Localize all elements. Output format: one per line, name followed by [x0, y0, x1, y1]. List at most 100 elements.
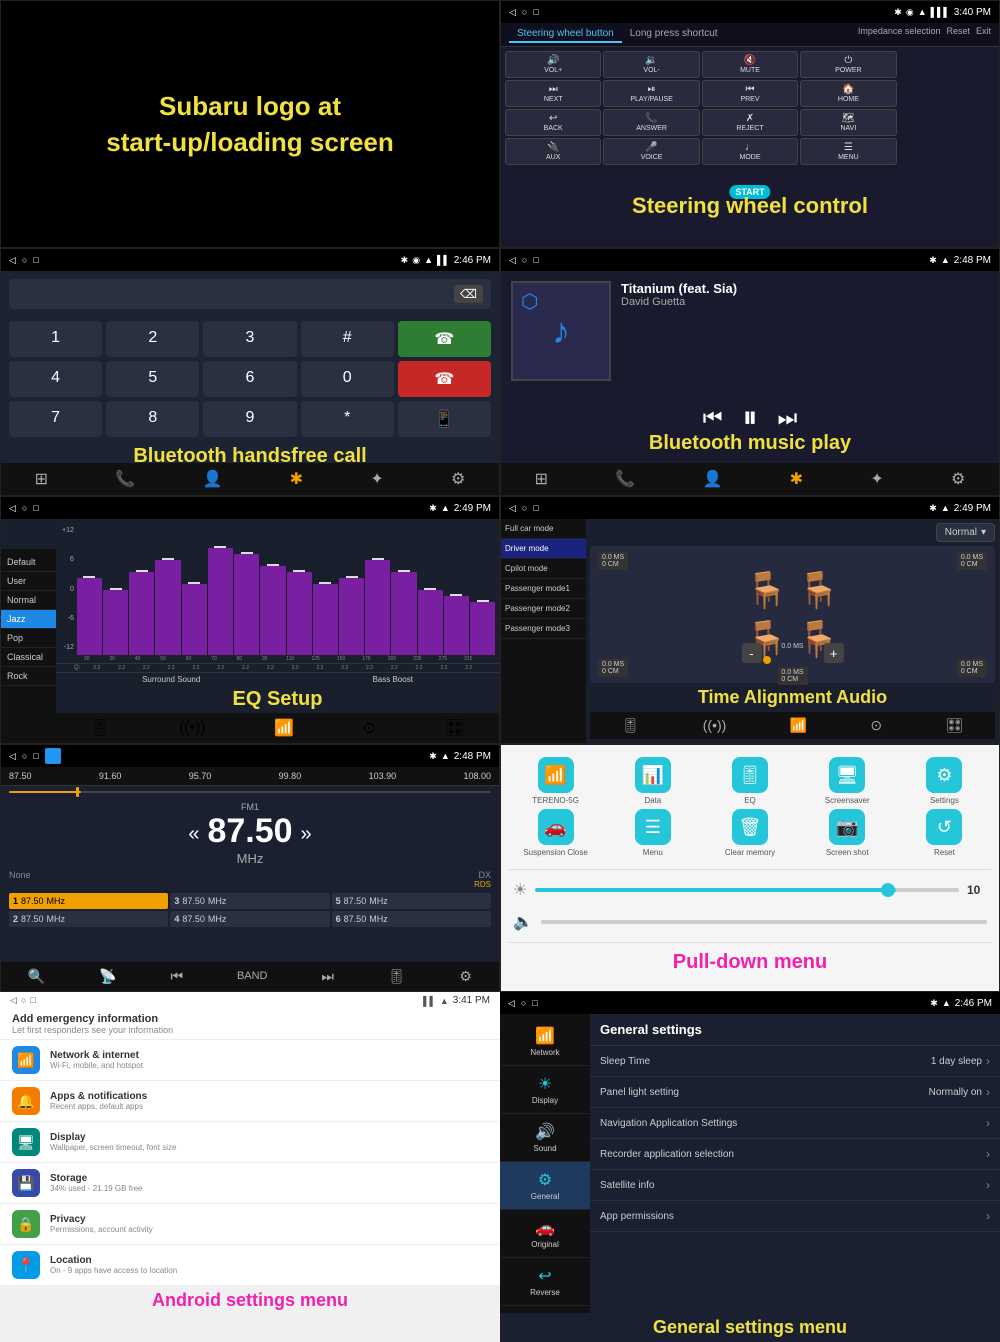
pd-eq[interactable]: 🎚 EQ — [703, 757, 796, 805]
radio-seek-bar[interactable] — [9, 786, 491, 798]
eq-bb4[interactable]: ⊙ — [363, 718, 376, 738]
back-icon[interactable]: ◁ — [509, 7, 516, 18]
back-icon2[interactable]: ◁ — [9, 255, 16, 266]
preset-6[interactable]: 687.50MHz — [332, 911, 491, 927]
gen-item-display[interactable]: ☀ Display — [500, 1066, 590, 1114]
mode-fullcar[interactable]: Full car mode — [501, 519, 586, 539]
settings-privacy[interactable]: 🔒 Privacy Permissions, account activity — [0, 1204, 500, 1245]
gen-home[interactable]: ○ — [521, 998, 526, 1008]
backspace-btn[interactable]: ⌫ — [454, 285, 483, 303]
brightness-slider[interactable] — [535, 888, 959, 892]
navi-btn[interactable]: 🗺NAVI — [800, 109, 896, 136]
preset-2[interactable]: 287.50MHz — [9, 911, 168, 927]
mode-passenger1[interactable]: Passenger mode1 — [501, 579, 586, 599]
reject-btn[interactable]: ✗REJECT — [702, 109, 798, 136]
recent-icon[interactable]: □ — [533, 7, 538, 17]
dial-6[interactable]: 6 — [203, 361, 296, 397]
preset-3[interactable]: 387.50MHz — [170, 893, 329, 909]
settings-location[interactable]: 📍 Location On - 9 apps have access to lo… — [0, 1245, 500, 1286]
pd-suspension[interactable]: 🚗 Suspension Close — [509, 809, 602, 857]
mode-cpilot[interactable]: Cpilot mode — [501, 559, 586, 579]
next-btn[interactable]: ⏭NEXT — [505, 80, 601, 107]
pd-reset[interactable]: ↺ Reset — [898, 809, 991, 857]
bt-music-bb-bt[interactable]: ✱ — [790, 469, 803, 489]
gen-row-recorder[interactable]: Recorder application selection › — [590, 1139, 1000, 1170]
settings-apps[interactable]: 🔔 Apps & notifications Recent apps, defa… — [0, 1081, 500, 1122]
bb-contacts-icon[interactable]: 👤 — [202, 469, 222, 489]
prev-track-btn[interactable]: ⏮ — [703, 405, 723, 431]
align-home[interactable]: ○ — [522, 503, 527, 513]
prev-btn[interactable]: ⏮PREV — [702, 80, 798, 107]
align-bb3[interactable]: 📶 — [790, 717, 807, 734]
tab-long-press[interactable]: Long press shortcut — [622, 26, 726, 43]
dial-2[interactable]: 2 — [106, 321, 199, 357]
eq-bb3[interactable]: 📶 — [274, 718, 294, 738]
preset-4[interactable]: 487.50MHz — [170, 911, 329, 927]
vol-minus-btn[interactable]: 🔉VOL- — [603, 51, 699, 78]
preset-jazz[interactable]: Jazz — [1, 610, 56, 629]
gen-recent[interactable]: □ — [532, 998, 537, 1008]
radio-settings-icon[interactable]: ⚙ — [459, 968, 472, 985]
gen-row-panel[interactable]: Panel light setting Normally on › — [590, 1077, 1000, 1108]
dial-end[interactable]: ☎ — [398, 361, 491, 397]
gen-item-reverse[interactable]: ↩ Reverse — [500, 1258, 590, 1306]
dial-4[interactable]: 4 — [9, 361, 102, 397]
pd-screensaver[interactable]: 🖥 Screensaver — [801, 757, 894, 805]
settings-display[interactable]: 🖥 Display Wallpaper, screen timeout, fon… — [0, 1122, 500, 1163]
impedance-link[interactable]: Impedance selection — [858, 26, 941, 43]
bb-bt2-icon[interactable]: ✦ — [370, 469, 383, 489]
preset-user[interactable]: User — [1, 572, 56, 591]
gen-row-nav[interactable]: Navigation Application Settings › — [590, 1108, 1000, 1139]
back-ctrl-btn[interactable]: ↩BACK — [505, 109, 601, 136]
dial-call[interactable]: ☎ — [398, 321, 491, 357]
exit-link[interactable]: Exit — [976, 26, 991, 43]
bt-music-home[interactable]: ○ — [522, 255, 527, 265]
pd-screenshot[interactable]: 📷 Screen shot — [801, 809, 894, 857]
eq-bb5[interactable]: 🎛 — [444, 718, 464, 738]
bt-music-bb-settings[interactable]: ⚙ — [951, 469, 965, 489]
dial-7[interactable]: 7 — [9, 401, 102, 437]
mode-passenger3[interactable]: Passenger mode3 — [501, 619, 586, 639]
reset-link[interactable]: Reset — [946, 26, 970, 43]
bt-music-bb-bt2[interactable]: ✦ — [870, 469, 883, 489]
android-recent[interactable]: □ — [30, 995, 35, 1006]
align-bb4[interactable]: ⊙ — [870, 717, 882, 734]
mute-btn[interactable]: 🔇MUTE — [702, 51, 798, 78]
radio-next-icon[interactable]: ⏭ — [321, 968, 334, 985]
gen-item-voice[interactable]: 🎤 Voice — [500, 1306, 590, 1313]
align-recent[interactable]: □ — [533, 503, 538, 513]
settings-storage[interactable]: 💾 Storage 34% used - 21.19 GB free — [0, 1163, 500, 1204]
gen-item-original[interactable]: 🚗 Original — [500, 1210, 590, 1258]
preset-normal[interactable]: Normal — [1, 591, 56, 610]
dial-5[interactable]: 5 — [106, 361, 199, 397]
play-btn[interactable]: ⏸ — [743, 401, 758, 435]
preset-1[interactable]: 187.50MHz — [9, 893, 168, 909]
power-btn[interactable]: ⏻POWER — [800, 51, 896, 78]
mode-driver[interactable]: Driver mode — [501, 539, 586, 559]
eq-home[interactable]: ○ — [22, 503, 27, 513]
normal-dropdown[interactable]: Normal ▾ — [936, 523, 995, 542]
tab-steering-wheel[interactable]: Steering wheel button — [509, 26, 622, 43]
gen-item-sound[interactable]: 🔊 Sound — [500, 1114, 590, 1162]
mode-passenger2[interactable]: Passenger mode2 — [501, 599, 586, 619]
preset-pop[interactable]: Pop — [1, 629, 56, 648]
eq-bb1[interactable]: 🎚 — [90, 718, 110, 738]
dial-9[interactable]: 9 — [203, 401, 296, 437]
align-plus-btn[interactable]: + — [824, 643, 844, 663]
dial-star[interactable]: * — [301, 401, 394, 437]
dial-1[interactable]: 1 — [9, 321, 102, 357]
radio-antenna-icon[interactable]: 📡 — [99, 968, 116, 985]
gen-row-sleep[interactable]: Sleep Time 1 day sleep › — [590, 1046, 1000, 1077]
radio-seek-fwd-btn[interactable]: » — [301, 823, 312, 846]
align-bb5[interactable]: 🎛 — [945, 717, 963, 734]
radio-back[interactable]: ◁ — [9, 751, 16, 762]
vol-plus-btn[interactable]: 🔊VOL+ — [505, 51, 601, 78]
preset-5[interactable]: 587.50MHz — [332, 893, 491, 909]
eq-recent[interactable]: □ — [33, 503, 38, 513]
home-icon2[interactable]: ○ — [22, 255, 27, 265]
home-icon[interactable]: ○ — [522, 7, 527, 17]
pd-settings[interactable]: ⚙ Settings — [898, 757, 991, 805]
bt-music-back[interactable]: ◁ — [509, 255, 516, 266]
align-minus-btn[interactable]: - — [741, 643, 761, 663]
bb-bt-icon[interactable]: ✱ — [290, 469, 303, 489]
